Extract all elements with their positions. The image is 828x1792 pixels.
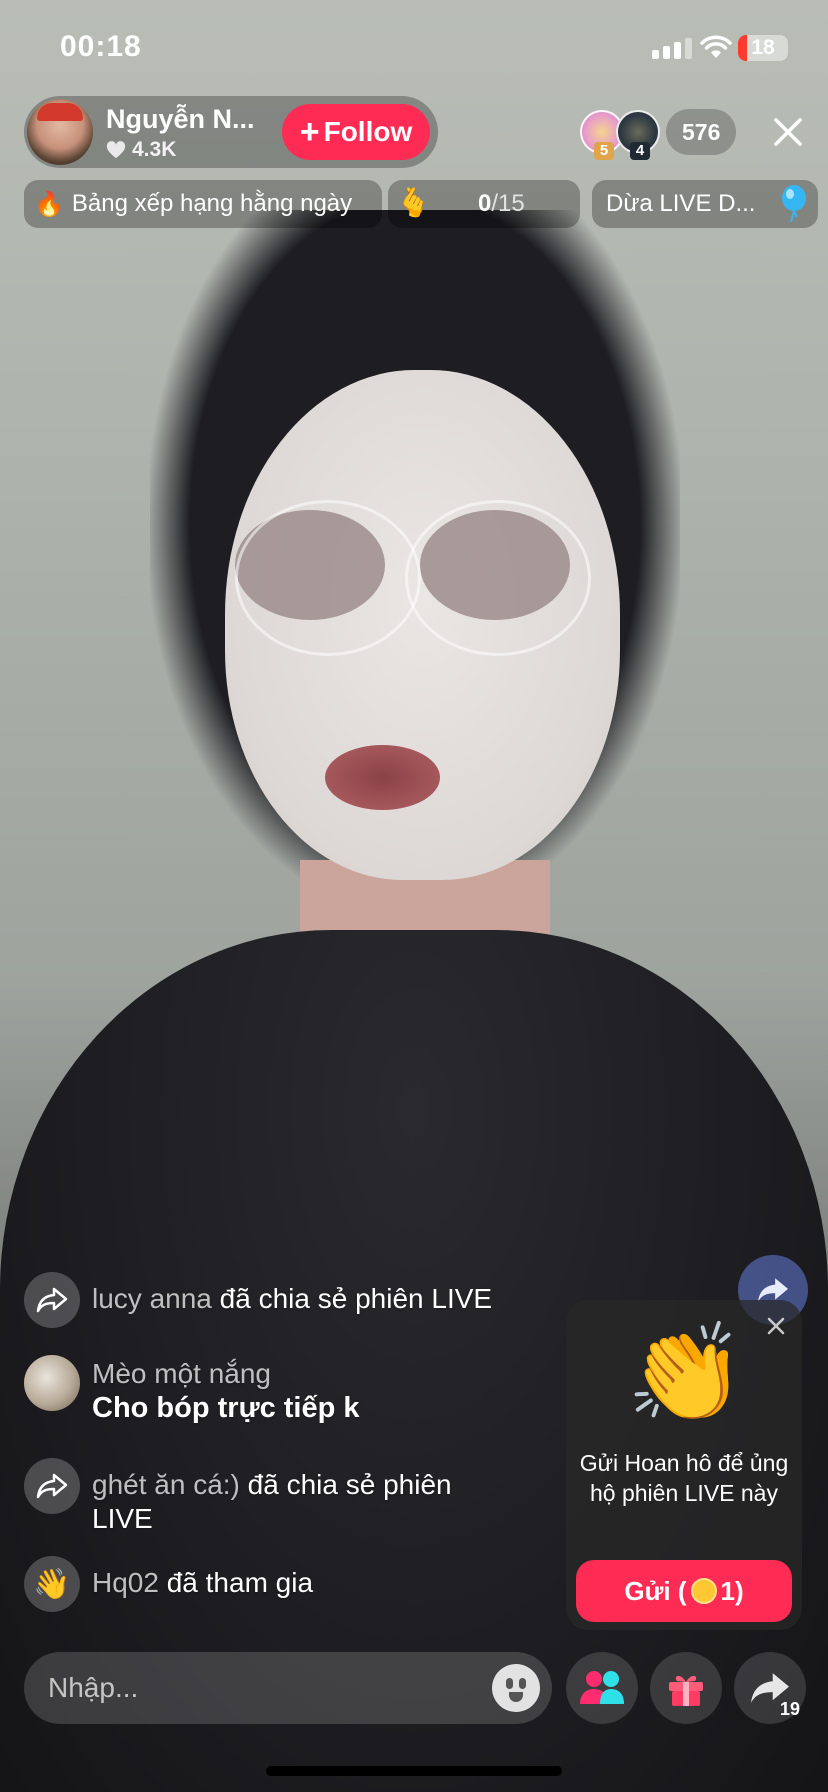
battery-percent: 18 <box>751 36 775 59</box>
balloon-icon <box>782 185 806 223</box>
share-icon <box>24 1458 80 1514</box>
clapping-hands-icon: 👏 <box>626 1320 746 1427</box>
battery-icon: 18 <box>738 35 788 61</box>
comment-user[interactable]: Hq02 <box>92 1567 159 1598</box>
gift-suggestion-popup: 👏 Gửi Hoan hô để ủng hộ phiên LIVE này G… <box>566 1300 802 1630</box>
comment-message: Cho bóp trực tiếp k <box>92 1392 360 1424</box>
cellular-signal-icon <box>652 38 692 59</box>
video-subject-glasses <box>405 500 591 656</box>
gift-popup-message: Gửi Hoan hô để ủng hộ phiên LIVE này <box>579 1450 789 1506</box>
wifi-icon <box>700 35 732 58</box>
viewer-rank-badge: 5 <box>594 142 614 160</box>
send-gift-label: Gửi ( <box>624 1575 687 1606</box>
comment-message: đã chia sẻ phiên LIVE <box>219 1283 493 1314</box>
status-bar: 00:18 18 <box>0 0 828 95</box>
top-viewer-avatar[interactable]: 4 <box>616 110 660 160</box>
comment-text: Hq02 đã tham gia <box>92 1556 313 1600</box>
avatar-hat <box>37 103 83 121</box>
host-name[interactable]: Nguyễn N... <box>106 104 255 135</box>
close-icon[interactable] <box>764 1314 788 1338</box>
heart-icon <box>106 141 126 159</box>
host-avatar[interactable] <box>27 99 93 165</box>
live-event-chip[interactable]: Dừa LIVE D... <box>592 180 818 228</box>
comment-item[interactable]: lucy anna đã chia sẻ phiên LIVE <box>24 1272 544 1328</box>
flame-icon: 🔥 <box>34 190 64 218</box>
people-icon <box>580 1671 624 1704</box>
share-icon <box>24 1272 80 1328</box>
send-gift-count: 1) <box>720 1575 744 1606</box>
avatar[interactable] <box>24 1355 80 1411</box>
comment-user[interactable]: lucy anna <box>92 1283 212 1314</box>
daily-ranking-label: Bảng xếp hạng hằng ngày <box>71 190 353 217</box>
live-event-label: Dừa LIVE D... <box>606 190 756 217</box>
finger-heart-icon: 🫰 <box>396 187 431 218</box>
viewer-rank-badge: 4 <box>630 142 650 160</box>
comment-item[interactable]: 👋 Hq02 đã tham gia <box>24 1556 544 1612</box>
wave-icon: 👋 <box>24 1556 80 1612</box>
top-viewers[interactable]: 5 4 576 <box>580 108 737 160</box>
comment-text: ghét ăn cá:) đã chia sẻ phiên LIVE <box>92 1458 512 1536</box>
comment-item[interactable]: ghét ăn cá:) đã chia sẻ phiên LIVE <box>24 1458 544 1536</box>
close-icon[interactable] <box>768 112 808 152</box>
host-likes: 4.3K <box>106 138 176 162</box>
comment-input[interactable]: Nhập... <box>24 1652 552 1724</box>
follow-label: Follow <box>323 116 413 147</box>
viewer-count[interactable]: 576 <box>666 109 737 155</box>
goal-total: /15 <box>491 190 525 217</box>
status-time: 00:18 <box>60 30 142 63</box>
gift-button[interactable] <box>650 1652 722 1724</box>
plus-icon: + <box>299 113 320 151</box>
guests-button[interactable] <box>566 1652 638 1724</box>
comment-text: lucy anna đã chia sẻ phiên LIVE <box>92 1272 492 1316</box>
comment-message: đã tham gia <box>166 1567 314 1598</box>
goal-progress: 0/15 <box>478 190 525 218</box>
share-button[interactable]: 19 <box>734 1652 806 1724</box>
daily-ranking-chip[interactable]: 🔥 Bảng xếp hạng hằng ngày <box>24 180 382 228</box>
share-count: 19 <box>779 1699 800 1719</box>
gift-icon <box>669 1675 703 1706</box>
follow-button[interactable]: + Follow <box>282 104 430 160</box>
goal-chip[interactable]: 🫰 0/15 <box>388 180 580 228</box>
video-subject-glasses <box>235 500 421 656</box>
video-subject-lips <box>325 745 440 810</box>
home-indicator[interactable] <box>266 1766 562 1776</box>
comment-user[interactable]: ghét ăn cá:) <box>92 1469 240 1500</box>
comment-input-placeholder: Nhập... <box>48 1672 139 1703</box>
goal-current: 0 <box>478 190 492 217</box>
host-info-bar[interactable]: Nguyễn N... 4.3K + Follow <box>24 96 438 168</box>
comment-item[interactable]: Mèo một nắng Cho bóp trực tiếp k <box>24 1355 544 1425</box>
emoji-icon[interactable] <box>492 1664 540 1712</box>
send-gift-button[interactable]: Gửi ( 1) <box>576 1560 792 1622</box>
comment-user[interactable]: Mèo một nắng <box>92 1357 360 1391</box>
host-likes-count: 4.3K <box>132 138 177 161</box>
coin-icon <box>690 1578 717 1604</box>
comment-text: Mèo một nắng Cho bóp trực tiếp k <box>92 1355 360 1425</box>
